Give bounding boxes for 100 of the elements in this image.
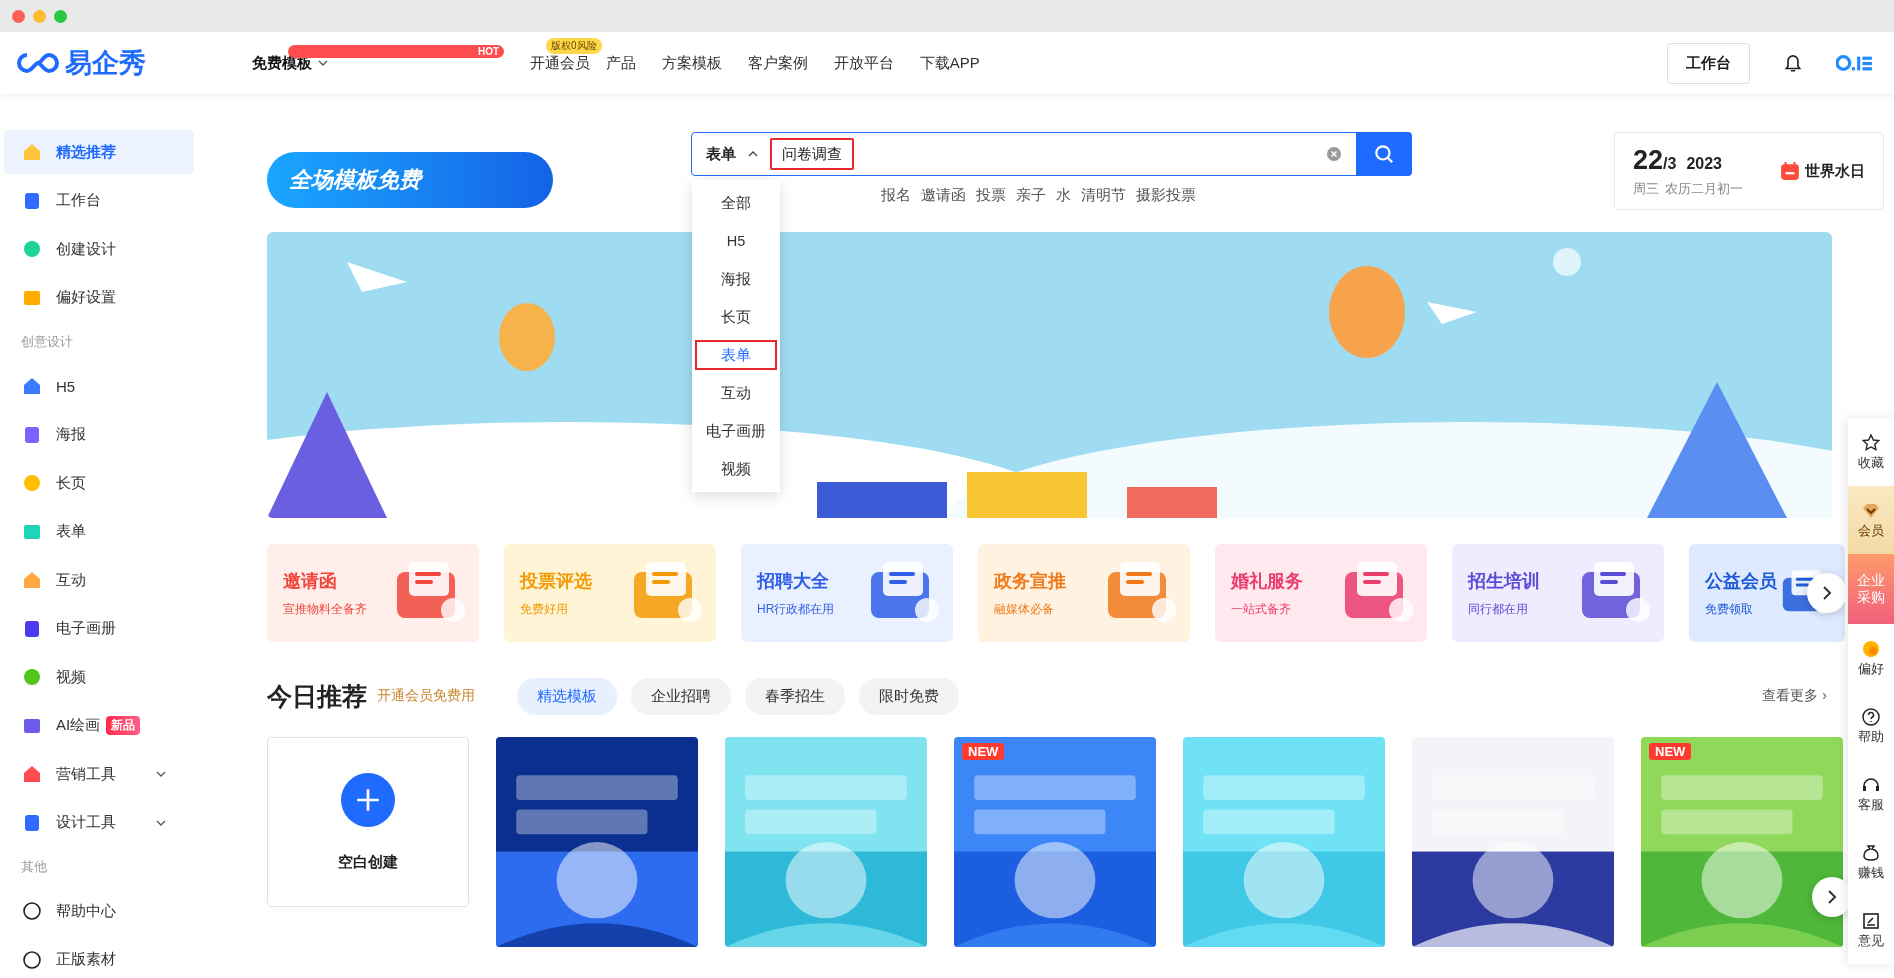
sidebar-item[interactable]: 互动 [4,558,220,602]
dropdown-option[interactable]: 互动 [695,378,777,408]
hot-search-link[interactable]: 清明节 [1081,186,1126,205]
category-card[interactable]: 婚礼服务 一站式备齐 [1215,544,1427,642]
date-day: 22 [1633,144,1664,176]
section-title: 今日推荐 [267,680,367,712]
blank-create-label: 空白创建 [338,852,398,872]
search-icon [1372,143,1395,165]
sidebar-item[interactable]: H5 [4,364,220,408]
dropdown-option[interactable]: 全部 [695,188,777,218]
new-badge: 新品 [106,716,141,735]
sidebar-item[interactable]: 营销工具 [4,752,220,796]
date-year: 2023 [1686,154,1722,173]
sidebar-item[interactable]: 创建设计 [4,227,220,271]
close-window-icon[interactable] [12,9,25,23]
sidebar-item[interactable]: 偏好设置 [4,275,220,320]
nav-link[interactable]: 下载APP [919,53,980,73]
sidebar-item[interactable]: 设计工具 [4,800,220,845]
sidebar-item[interactable]: 表单 [4,509,220,554]
date-month: /3 [1663,154,1677,173]
category-card[interactable]: 招聘大全 HR行政都在用 [741,544,953,642]
hot-search-link[interactable]: 水 [1056,186,1071,205]
dropdown-option[interactable]: 视频 [695,454,777,484]
side-tool-button[interactable]: 帮助 [1848,692,1894,760]
help-icon [1861,707,1881,728]
sidebar-item-icon [22,239,42,259]
blank-create-card[interactable]: 空白创建 [267,737,469,907]
clear-icon[interactable] [1325,146,1342,162]
nav-link[interactable]: 客户案例 [747,53,808,73]
hot-search-link[interactable]: 投票 [976,186,1006,205]
filter-tab[interactable]: 春季招生 [745,677,845,715]
nav-link[interactable]: 产品 [605,53,636,73]
sidebar-item-icon [22,570,42,590]
notification-bell-icon[interactable] [1782,52,1804,74]
category-card[interactable]: 招生培训 同行都在用 [1452,544,1664,642]
maximize-window-icon[interactable] [54,9,67,23]
sidebar-section-heading: 其他 [20,858,48,876]
promo-text: 全场模板免费 [289,166,421,194]
sidebar-item-icon [22,376,42,396]
hot-search-link[interactable]: 邀请函 [921,186,966,205]
hot-search-link[interactable]: 摄影投票 [1136,186,1196,205]
sidebar-item[interactable]: AI绘画 新品 [4,703,220,748]
dropdown-option[interactable]: H5 [695,226,777,256]
chevron-right-icon [1822,585,1832,601]
sidebar-item[interactable]: 工作台 [4,178,220,223]
form-app-logo-icon[interactable] [1836,52,1874,74]
logo-text[interactable]: 易企秀 [65,45,146,81]
category-subtitle: 免费好用 [520,600,569,618]
sidebar-item[interactable]: 海报 [4,412,220,457]
category-subtitle: 融媒体必备 [994,600,1055,618]
star-icon [1861,433,1881,454]
lunar-date-text: 农历二月初一 [1665,179,1743,198]
new-badge: NEW [1649,743,1692,760]
category-subtitle: 一站式备齐 [1231,600,1292,618]
view-more-link[interactable]: 查看更多 › [1762,687,1827,705]
nav-badge: 版权0风险 [546,38,602,54]
money-bag-icon [1861,843,1881,864]
filter-tab[interactable]: 限时免费 [859,677,959,715]
sidebar-item-icon [22,949,42,970]
category-title: 公益会员 [1705,569,1777,593]
dropdown-option[interactable]: 海报 [695,264,777,294]
side-tool-button[interactable]: 赚钱 [1848,828,1894,896]
hot-search-link[interactable]: 亲子 [1016,186,1046,205]
side-tool-button[interactable]: 偏好 [1848,624,1894,692]
filter-tab[interactable]: 企业招聘 [631,677,731,715]
search-input[interactable]: 问卷调查 [770,138,854,170]
category-title: 招聘大全 [757,569,830,593]
sidebar-item[interactable]: 帮助中心 [4,889,220,933]
sidebar-item-icon [22,142,42,162]
chevron-right-icon [1827,889,1837,905]
sidebar-item[interactable]: 精选推荐 [4,130,194,174]
side-tool-button[interactable]: 收藏 [1848,418,1894,486]
side-tool-button[interactable]: 会员 [1848,486,1894,554]
category-title: 婚礼服务 [1231,569,1303,593]
category-select[interactable]: 表单 [692,133,770,175]
new-badge: NEW [962,743,1005,760]
dropdown-option[interactable]: 长页 [695,302,777,332]
sidebar-item[interactable]: 长页 [4,461,220,505]
feedback-icon [1861,911,1881,932]
section-subtitle: 开通会员免费用 [377,687,475,705]
nav-link[interactable]: 方案模板 [661,53,722,73]
nav-link[interactable]: 开通会员 [530,53,591,73]
hot-search-link[interactable]: 报名 [881,186,911,205]
filter-tab[interactable]: 精选模板 [517,677,617,715]
sidebar-item-icon [22,764,42,784]
nav-link[interactable]: 开放平台 [833,53,894,73]
sidebar-item[interactable]: 正版素材 [4,937,220,978]
sidebar-item-icon [22,812,42,833]
side-tool-button[interactable]: 客服 [1848,760,1894,828]
workspace-button[interactable]: 工作台 [1667,42,1750,84]
sidebar-item-icon [22,901,42,921]
sidebar-item[interactable]: 视频 [4,655,220,699]
category-title: 投票评选 [520,569,592,593]
dropdown-option[interactable]: 表单 [695,340,777,370]
side-tool-button[interactable]: 意见 [1848,896,1894,964]
sidebar-item[interactable]: 电子画册 [4,606,220,651]
dropdown-option[interactable]: 电子画册 [695,416,777,446]
sidebar-item-icon [22,190,42,211]
category-card[interactable]: 公益会员 免费领取 [1689,544,1845,642]
search-button[interactable] [1355,132,1412,176]
